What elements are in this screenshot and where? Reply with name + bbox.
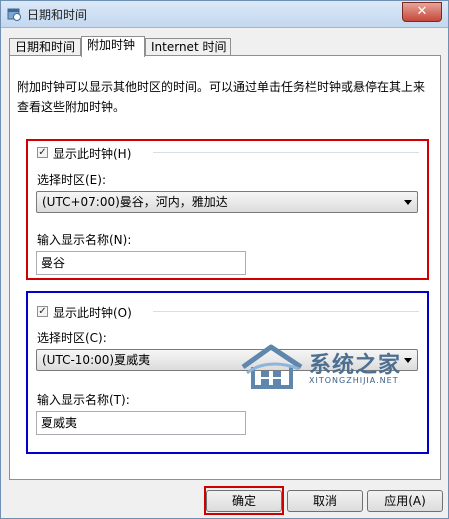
clock2-name-input[interactable]: 夏威夷 bbox=[36, 411, 246, 435]
watermark-logo: 系统之家 XITONGZHIJIA.NET bbox=[239, 341, 439, 397]
clock1-timezone-select[interactable]: (UTC+07:00)曼谷，河内，雅加达 bbox=[36, 191, 418, 213]
clock2-timezone-value: (UTC-10:00)夏威夷 bbox=[42, 353, 151, 367]
clock2-show-label: 显示此时钟(O) bbox=[53, 306, 132, 320]
tab-internet-time[interactable]: Internet 时间 bbox=[145, 38, 231, 55]
clock1-show-label: 显示此时钟(H) bbox=[53, 147, 132, 161]
clock2-timezone-label: 选择时区(C): bbox=[37, 331, 107, 345]
close-button[interactable]: ✕ bbox=[402, 2, 442, 22]
clock1-timezone-value: (UTC+07:00)曼谷，河内，雅加达 bbox=[42, 195, 228, 209]
clock1-separator bbox=[153, 152, 419, 153]
description-text: 附加时钟可以显示其他时区的时间。可以通过单击任务栏时钟或悬停在其上来查看这些附加… bbox=[17, 80, 426, 114]
chevron-down-icon bbox=[404, 200, 412, 205]
clock1-timezone-label: 选择时区(E): bbox=[37, 173, 106, 187]
tab-date-time[interactable]: 日期和时间 bbox=[9, 38, 81, 55]
dialog-window: 日期和时间 ✕ 日期和时间 附加时钟 Internet 时间 附加时钟可以显示其… bbox=[0, 0, 449, 519]
tab-additional-clocks[interactable]: 附加时钟 bbox=[81, 36, 145, 57]
apply-button[interactable]: 应用(A) bbox=[367, 490, 443, 512]
close-icon: ✕ bbox=[416, 4, 428, 19]
clock1-name-label: 输入显示名称(N): bbox=[37, 233, 132, 247]
clock2-separator bbox=[153, 311, 419, 312]
ok-button[interactable]: 确定 bbox=[206, 490, 282, 512]
window-title: 日期和时间 bbox=[27, 8, 88, 22]
clock1-name-input[interactable]: 曼谷 bbox=[36, 251, 246, 275]
house-logo-icon bbox=[241, 344, 303, 389]
clock1-show-checkbox[interactable]: ✓ bbox=[37, 147, 48, 158]
watermark-url: XITONGZHIJIA.NET bbox=[309, 376, 399, 385]
clock-app-icon bbox=[7, 8, 21, 21]
title-bar[interactable]: 日期和时间 ✕ bbox=[1, 1, 448, 28]
watermark-title: 系统之家 bbox=[309, 353, 402, 378]
clock2-name-label: 输入显示名称(T): bbox=[37, 393, 130, 407]
clock2-show-checkbox[interactable]: ✓ bbox=[37, 306, 48, 317]
cancel-button[interactable]: 取消 bbox=[287, 490, 363, 512]
